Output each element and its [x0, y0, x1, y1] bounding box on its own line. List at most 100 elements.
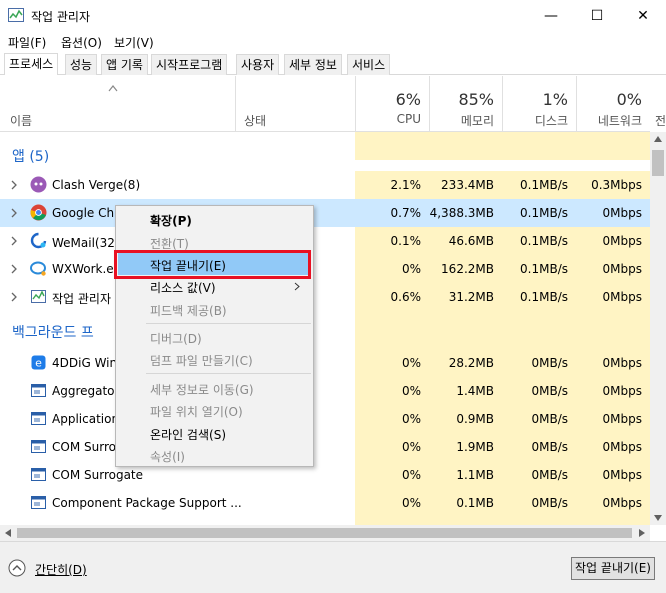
process-name: COM Surrogate [52, 468, 144, 482]
chevron-right-icon[interactable] [10, 264, 18, 274]
scrollbar-thumb[interactable] [652, 150, 664, 176]
memory-cell: 1.9MB [429, 433, 502, 461]
vertical-scrollbar[interactable] [650, 132, 666, 525]
process-name: Clash Verge(8) [52, 178, 141, 192]
cpu-cell: 0% [355, 377, 429, 405]
chevron-right-icon[interactable] [10, 236, 18, 246]
table-row[interactable]: COM Surro 0% 1.9MB 0MB/s 0Mbps [0, 433, 650, 461]
end-task-button[interactable]: 작업 끝내기(E) [571, 557, 655, 580]
network-cell: 0Mbps [576, 433, 650, 461]
network-cell: 0Mbps [576, 405, 650, 433]
generic-process-icon [31, 384, 46, 397]
column-power-partial[interactable]: 전 [655, 112, 666, 129]
process-name: Component Package Support ... [52, 496, 242, 510]
disk-cell: 0.1MB/s [502, 255, 576, 283]
cpu-cell: 2.1% [355, 171, 429, 199]
disk-cell: 0MB/s [502, 405, 576, 433]
menu-file[interactable]: 파일(F) [8, 34, 46, 51]
chevron-right-icon[interactable] [10, 292, 18, 302]
column-cpu[interactable]: 6% CPU [355, 76, 429, 132]
ctx-expand[interactable]: 확장(P) [150, 212, 192, 229]
collapse-up-icon[interactable] [8, 559, 26, 577]
close-button[interactable]: ✕ [620, 0, 666, 31]
column-name[interactable]: 이름 [10, 112, 32, 129]
disk-cell: 0.1MB/s [502, 171, 576, 199]
task-manager-icon [31, 290, 46, 303]
table-row[interactable]: Aggregator 0% 1.4MB 0MB/s 0Mbps [0, 377, 650, 405]
process-name: Google Chr [52, 206, 120, 220]
network-cell: 0Mbps [576, 199, 650, 227]
memory-cell: 0.1MB [429, 489, 502, 517]
memory-cell: 4,388.3MB [429, 199, 502, 227]
generic-process-icon [31, 468, 46, 481]
tab-details[interactable]: 세부 정보 [284, 54, 342, 75]
column-memory[interactable]: 85% 메모리 [429, 76, 502, 132]
window-title: 작업 관리자 [31, 10, 91, 24]
footer-bar: 간단히(D) 작업 끝내기(E) [0, 541, 666, 593]
scroll-left-icon[interactable] [4, 529, 12, 537]
table-row[interactable]: Clash Verge(8) 2.1% 233.4MB 0.1MB/s 0.3M… [0, 171, 650, 199]
network-cell: 0Mbps [576, 349, 650, 377]
scroll-down-icon[interactable] [653, 514, 663, 522]
disk-cell: 0MB/s [502, 377, 576, 405]
wxwork-icon [30, 261, 46, 276]
table-row[interactable]: WXWork.exe 0% 162.2MB 0.1MB/s 0Mbps [0, 255, 650, 283]
network-cell: 0Mbps [576, 227, 650, 255]
wemail-icon [30, 232, 47, 249]
tab-performance[interactable]: 성능 [65, 54, 98, 75]
table-row[interactable]: 작업 관리자 0.6% 31.2MB 0.1MB/s 0Mbps [0, 283, 650, 311]
ctx-search-online[interactable]: 온라인 검색(S) [150, 426, 226, 443]
table-row-selected[interactable]: Google Chr 0.7% 4,388.3MB 0.1MB/s 0Mbps [0, 199, 650, 227]
cpu-cell: 0.7% [355, 199, 429, 227]
network-cell: 0Mbps [576, 461, 650, 489]
column-disk[interactable]: 1% 디스크 [502, 76, 576, 132]
ctx-resource-values[interactable]: 리소스 값(V) [150, 279, 216, 296]
horizontal-scrollbar[interactable] [0, 525, 650, 541]
task-manager-icon [8, 8, 24, 22]
menu-bar: 파일(F) 옵션(O) 보기(V) [0, 31, 666, 53]
sort-up-icon[interactable] [108, 84, 118, 92]
ctx-open-file-location: 파일 위치 열기(O) [150, 405, 243, 419]
tab-startup[interactable]: 시작프로그램 [151, 54, 228, 75]
4ddig-icon: e [31, 355, 46, 370]
network-label: 네트워크 [597, 114, 642, 128]
scroll-up-icon[interactable] [653, 135, 663, 143]
process-name: Application [52, 412, 120, 426]
tab-services[interactable]: 서비스 [347, 54, 391, 75]
memory-cell: 0.9MB [429, 405, 502, 433]
table-row[interactable]: Component Package Support ... 0% 0.1MB 0… [0, 489, 650, 517]
menu-options[interactable]: 옵션(O) [61, 34, 102, 51]
tab-processes[interactable]: 프로세스 [4, 53, 59, 75]
hscroll-thumb[interactable] [17, 528, 632, 538]
disk-label: 디스크 [534, 114, 568, 128]
process-name: 작업 관리자 [52, 292, 112, 306]
menu-view[interactable]: 보기(V) [114, 34, 154, 51]
column-status[interactable]: 상태 [235, 76, 355, 132]
table-row[interactable]: e 4DDiG Win 0% 28.2MB 0MB/s 0Mbps [0, 349, 650, 377]
ctx-separator [146, 323, 311, 324]
network-cell: 0.3Mbps [576, 171, 650, 199]
table-row[interactable]: WeMail(32비 0.1% 46.6MB 0.1MB/s 0Mbps [0, 227, 650, 255]
svg-text:e: e [35, 357, 42, 370]
network-cell: 0Mbps [576, 489, 650, 517]
ctx-properties: 속성(I) [150, 450, 185, 464]
maximize-button[interactable]: ☐ [574, 0, 620, 31]
chevron-right-icon[interactable] [10, 180, 18, 190]
scroll-right-icon[interactable] [638, 529, 646, 537]
table-row[interactable]: Application 0% 0.9MB 0MB/s 0Mbps [0, 405, 650, 433]
memory-label: 메모리 [460, 114, 494, 128]
fewer-details-link[interactable]: 간단히(D) [35, 561, 87, 578]
table-row[interactable]: COM Surrogate 0% 1.1MB 0MB/s 0Mbps [0, 461, 650, 489]
memory-cell: 1.4MB [429, 377, 502, 405]
disk-total: 1% [542, 90, 568, 109]
ctx-go-to-details: 세부 정보로 이동(G) [150, 383, 254, 397]
chevron-right-icon[interactable] [10, 208, 18, 218]
red-highlight-box [114, 250, 311, 279]
table-row-partial [0, 517, 650, 525]
cpu-cell: 0% [355, 255, 429, 283]
cpu-cell: 0% [355, 405, 429, 433]
tab-app-history[interactable]: 앱 기록 [101, 54, 148, 75]
column-network[interactable]: 0% 네트워크 [576, 76, 650, 132]
minimize-button[interactable]: — [528, 0, 574, 31]
tab-users[interactable]: 사용자 [236, 54, 280, 75]
